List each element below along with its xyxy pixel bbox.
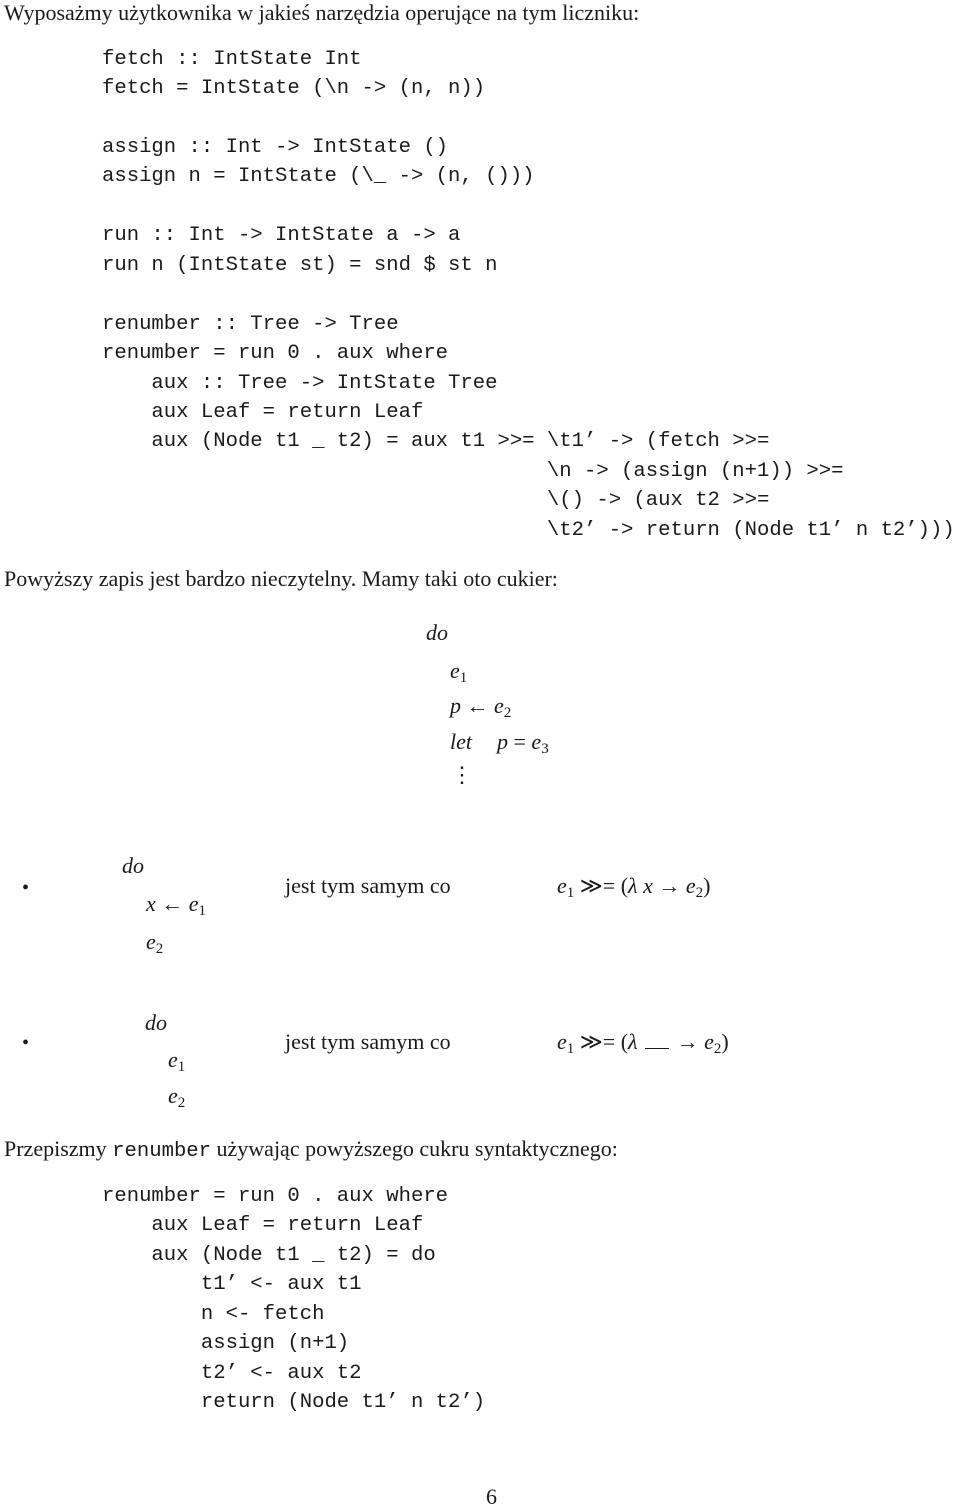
expr-e: e [494,693,504,718]
var-x: x [146,891,156,916]
expr-e: e [557,873,567,898]
do-line-let: let p = e3 [450,729,549,757]
rule-line: e2 [146,929,163,957]
rule-middle-text: jest tym samym co [285,873,451,898]
rule-line: x ← e1 [146,891,206,919]
subscript: 1 [198,903,207,919]
code-line: return (Node t1’ n t2’) [102,1391,486,1414]
paragraph-sugar-intro: Powyższy zapis jest bardzo nieczytelny. … [4,566,558,591]
right-arrow-icon: → [676,1029,699,1054]
expr-e: e [168,1083,178,1108]
lambda-icon: λ [628,1029,638,1054]
pattern-p: p [450,693,461,718]
code-line: renumber = run 0 . aux where [102,342,449,365]
subscript: 1 [177,1059,186,1075]
do-keyword: do [426,620,448,645]
bind-operator: ≫= [579,873,616,898]
close-paren: ) [703,873,711,898]
text: Przepiszmy [4,1136,113,1161]
subscript: 1 [566,1041,575,1057]
code-line: aux (Node t1 _ t2) = aux t1 >>= \t1’ -> … [102,430,770,453]
code-line: \t2’ -> return (Node t1’ n t2’))) [102,519,955,542]
code-line: run :: Int -> IntState a -> a [102,224,461,247]
code-line: fetch :: IntState Int [102,48,362,71]
expr-e: e [450,658,460,683]
open-paren: ( [620,873,629,898]
lambda-param: x [643,873,653,898]
vertical-ellipsis-icon: ⋮ [451,762,473,787]
code-line: n <- fetch [102,1303,325,1326]
do-keyword: do [122,853,144,878]
subscript: 1 [459,670,468,686]
subscript: 2 [155,941,164,957]
code-line: aux (Node t1 _ t2) = do [102,1244,436,1267]
expr-e: e [146,929,156,954]
page-number: 6 [486,1484,497,1509]
subscript: 2 [503,705,512,721]
code-line: aux :: Tree -> IntState Tree [102,372,498,395]
do-keyword: do [145,1010,167,1035]
code-line: t2’ <- aux t2 [102,1362,362,1385]
code-line: fetch = IntState (\n -> (n, n)) [102,77,486,100]
expr-e: e [168,1047,178,1072]
code-line: t1’ <- aux t1 [102,1273,362,1296]
bind-operator: ≫= [579,1029,616,1054]
expr-e: e [188,891,199,916]
open-paren: ( [620,1029,629,1054]
subscript: 3 [541,741,549,757]
pattern-p: p [497,729,508,754]
expr-e: e [531,729,542,754]
text: używając powyższego cukru syntaktycznego… [211,1136,618,1161]
rule-line: e1 [168,1047,185,1075]
left-arrow-icon: ← [466,693,489,718]
code-line: assign (n+1) [102,1332,350,1355]
code-line: assign :: Int -> IntState () [102,136,449,159]
expr-e: e [685,873,696,898]
lambda-icon: λ [628,873,638,898]
do-line-bind: p ← e2 [450,693,511,721]
expr-e: e [704,1029,714,1054]
intro-paragraph: Wyposażmy użytkownika w jakieś narzędzia… [4,0,640,25]
bullet-icon: • [22,877,30,899]
code-line: run n (IntState st) = snd $ st n [102,254,498,277]
let-keyword: let [450,729,472,754]
rule-rhs: e1 ≫= (λ → e2) [557,1029,729,1057]
subscript: 2 [177,1095,186,1111]
left-arrow-icon: ← [161,891,184,916]
do-line-e1: e1 [450,658,467,686]
code-line: aux Leaf = return Leaf [102,401,424,424]
rule-line: e2 [168,1083,185,1111]
code-line: renumber :: Tree -> Tree [102,313,399,336]
expr-e: e [557,1029,567,1054]
code-line: \() -> (aux t2 >>= [102,489,770,512]
code-line: renumber = run 0 . aux where [102,1185,449,1208]
rule-middle-text: jest tym samym co [285,1029,451,1054]
wildcard-param [645,1034,670,1049]
code-line: aux Leaf = return Leaf [102,1214,424,1237]
inline-code-renumber: renumber [112,1140,212,1163]
close-paren: ) [721,1029,729,1054]
subscript: 1 [566,885,575,901]
bullet-icon: • [22,1032,30,1054]
rule-rhs: e1 ≫= (λ x → e2) [557,873,711,901]
paragraph-rewrite-intro: Przepiszmy renumber używając powyższego … [4,1138,618,1163]
equals-sign: = [513,729,526,754]
code-line: \n -> (assign (n+1)) >>= [102,460,844,483]
right-arrow-icon: → [658,873,681,898]
code-line: assign n = IntState (\_ -> (n, ())) [102,165,535,188]
subscript: 2 [695,885,704,901]
